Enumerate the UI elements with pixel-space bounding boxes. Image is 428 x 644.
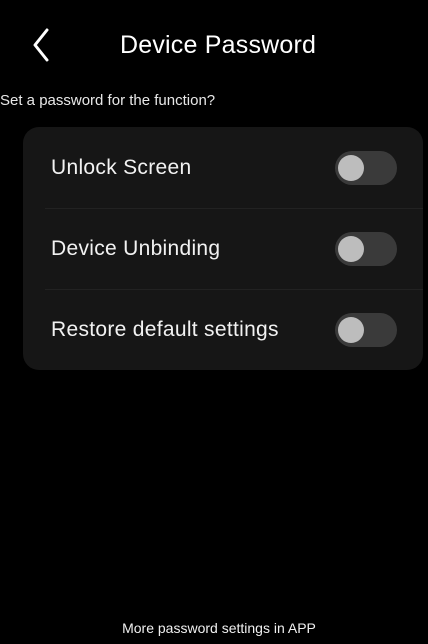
device-unbinding-toggle[interactable] — [335, 232, 397, 266]
restore-default-settings-toggle[interactable] — [335, 313, 397, 347]
setting-row-unlock-screen[interactable]: Unlock Screen — [23, 127, 423, 208]
unlock-screen-toggle[interactable] — [335, 151, 397, 185]
more-settings-in-app-link[interactable]: More password settings in APP — [0, 618, 428, 638]
toggle-knob — [338, 317, 364, 343]
settings-card: Unlock Screen Device Unbinding Restore d… — [23, 127, 423, 370]
chevron-left-icon — [33, 28, 49, 62]
setting-label-restore-default-settings: Restore default settings — [51, 318, 279, 341]
toggle-knob — [338, 236, 364, 262]
back-button[interactable] — [26, 26, 56, 64]
page-title: Device Password — [120, 31, 317, 59]
toggle-knob — [338, 155, 364, 181]
setting-row-restore-default-settings[interactable]: Restore default settings — [23, 289, 423, 370]
setting-label-device-unbinding: Device Unbinding — [51, 237, 221, 260]
setting-row-device-unbinding[interactable]: Device Unbinding — [23, 208, 423, 289]
header: Device Password — [0, 0, 428, 88]
subtitle-prompt: Set a password for the function? — [0, 92, 216, 109]
setting-label-unlock-screen: Unlock Screen — [51, 156, 192, 179]
